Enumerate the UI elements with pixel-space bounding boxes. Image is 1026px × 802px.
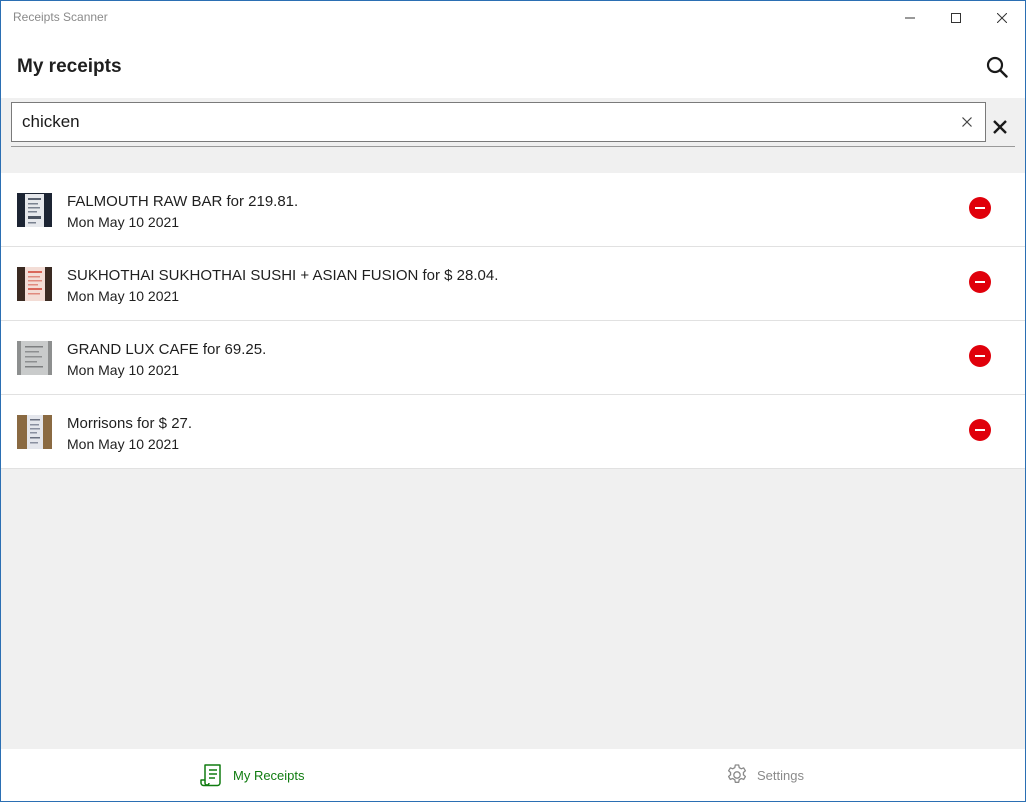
close-window-button[interactable] xyxy=(979,1,1025,34)
search-underline xyxy=(11,146,1015,147)
nav-settings-label: Settings xyxy=(757,767,804,783)
delete-receipt-button[interactable] xyxy=(969,197,991,219)
receipt-row[interactable]: GRAND LUX CAFE for 69.25. Mon May 10 202… xyxy=(1,321,1025,395)
bottom-nav: My Receipts Settings xyxy=(1,749,1025,801)
delete-receipt-button[interactable] xyxy=(969,345,991,367)
minus-icon xyxy=(975,281,985,283)
receipt-thumbnail xyxy=(17,267,52,301)
nav-settings[interactable]: Settings xyxy=(725,749,804,801)
minimize-button[interactable] xyxy=(887,1,933,34)
receipt-date: Mon May 10 2021 xyxy=(67,288,180,304)
close-icon xyxy=(993,120,1007,134)
search-button[interactable] xyxy=(983,53,1011,81)
search-icon xyxy=(986,56,1008,78)
page-title: My receipts xyxy=(17,56,122,77)
receipt-title: Morrisons for $ 27. xyxy=(67,415,193,432)
delete-receipt-button[interactable] xyxy=(969,271,991,293)
receipt-date: Mon May 10 2021 xyxy=(67,214,180,230)
gear-icon xyxy=(727,764,747,783)
search-box xyxy=(11,102,986,142)
delete-receipt-button[interactable] xyxy=(969,419,991,441)
maximize-button[interactable] xyxy=(933,1,979,34)
receipt-icon xyxy=(200,764,221,787)
receipt-row[interactable]: FALMOUTH RAW BAR for 219.81. Mon May 10 … xyxy=(1,173,1025,247)
maximize-icon xyxy=(951,12,961,23)
receipt-date: Mon May 10 2021 xyxy=(67,436,180,452)
receipt-date: Mon May 10 2021 xyxy=(67,362,180,378)
title-bar: Receipts Scanner xyxy=(1,1,1025,34)
nav-my-receipts-label: My Receipts xyxy=(233,767,305,783)
search-input[interactable] xyxy=(22,111,922,133)
minus-icon xyxy=(975,355,985,357)
receipt-row[interactable]: Morrisons for $ 27. Mon May 10 2021 xyxy=(1,395,1025,469)
receipt-title: FALMOUTH RAW BAR for 219.81. xyxy=(67,193,299,210)
receipt-thumbnail xyxy=(17,415,52,449)
receipt-row[interactable]: SUKHOTHAI SUKHOTHAI SUSHI + ASIAN FUSION… xyxy=(1,247,1025,321)
receipt-thumbnail xyxy=(17,341,52,375)
nav-my-receipts[interactable]: My Receipts xyxy=(199,749,305,801)
window-title: Receipts Scanner xyxy=(13,10,108,24)
receipt-title: SUKHOTHAI SUKHOTHAI SUSHI + ASIAN FUSION… xyxy=(67,267,499,284)
app-window: Receipts Scanner My receipts chicken FAL… xyxy=(0,0,1026,802)
receipt-thumbnail xyxy=(17,193,52,227)
close-icon xyxy=(997,12,1007,23)
minus-icon xyxy=(975,429,985,431)
minimize-icon xyxy=(905,17,915,18)
clear-icon xyxy=(962,117,972,127)
close-search-button[interactable] xyxy=(989,116,1011,138)
search-area xyxy=(1,98,1025,173)
minus-icon xyxy=(975,207,985,209)
clear-search-button[interactable] xyxy=(958,113,976,131)
receipt-title: GRAND LUX CAFE for 69.25. xyxy=(67,341,267,358)
receipts-list: FALMOUTH RAW BAR for 219.81. Mon May 10 … xyxy=(1,173,1025,469)
page-header: My receipts xyxy=(1,34,1025,98)
